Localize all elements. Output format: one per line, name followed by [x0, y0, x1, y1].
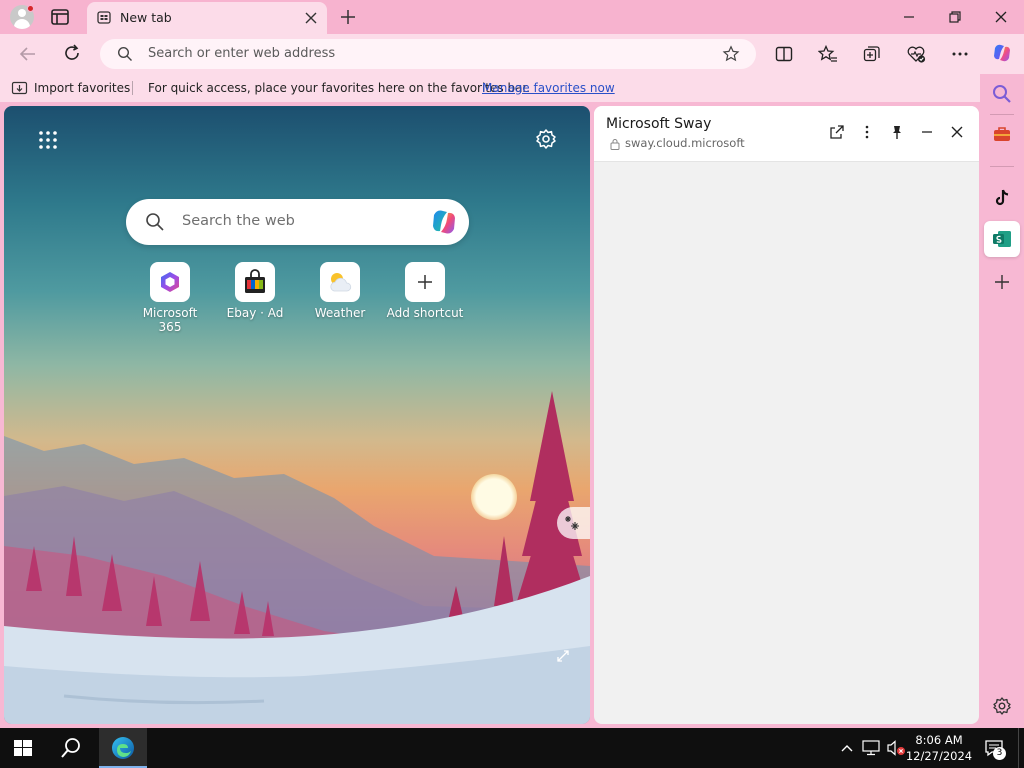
copilot-icon[interactable]: [991, 42, 1013, 64]
visual-search-icon: [565, 516, 579, 530]
sway-side-pane: Microsoft Sway sway.cloud.microsoft: [594, 106, 979, 724]
ebay-bag-icon: [245, 269, 265, 293]
notification-count-badge: 3: [993, 747, 1006, 760]
microsoft-365-icon: [161, 272, 179, 292]
shortcut-label: Add shortcut: [386, 306, 464, 320]
tile: [235, 262, 275, 302]
address-bar[interactable]: Search or enter web address: [100, 39, 756, 69]
shortcut-label: Weather: [314, 306, 366, 320]
side-pane-header: Microsoft Sway sway.cloud.microsoft: [594, 106, 979, 162]
browser-essentials-icon[interactable]: [906, 44, 926, 64]
profile-notification-dot: [27, 5, 34, 12]
copilot-icon[interactable]: [429, 207, 459, 237]
tile: [405, 262, 445, 302]
pane-more-options-icon[interactable]: [859, 124, 875, 140]
search-icon: [146, 213, 164, 231]
sway-icon: [993, 231, 1011, 247]
taskbar-edge-button[interactable]: [99, 728, 147, 768]
show-desktop-button[interactable]: [1018, 728, 1024, 768]
pane-close-icon[interactable]: [949, 124, 965, 140]
favorites-icon[interactable]: [818, 44, 838, 64]
tile: [320, 262, 360, 302]
minimize-icon[interactable]: [900, 8, 918, 26]
clock-time: 8:06 AM: [915, 733, 963, 747]
taskbar-search-icon[interactable]: [60, 737, 82, 759]
favorites-bar: Import favorites For quick access, place…: [0, 74, 980, 102]
system-clock[interactable]: 8:06 AM 12/27/2024: [905, 732, 973, 764]
address-placeholder: Search or enter web address: [148, 46, 336, 61]
open-in-new-tab-icon[interactable]: [829, 124, 845, 140]
tab-new-tab[interactable]: New tab: [87, 2, 327, 34]
app-launcher-icon[interactable]: [38, 130, 58, 150]
show-hidden-icons-chevron-icon[interactable]: [840, 742, 854, 754]
side-pane-title: Microsoft Sway: [606, 116, 712, 132]
expand-icon[interactable]: [555, 648, 571, 664]
tile: [150, 262, 190, 302]
sidebar-divider: [990, 166, 1014, 167]
windows-start-icon[interactable]: [14, 740, 32, 756]
shortcut-label: Ebay · Ad: [226, 306, 284, 320]
tab-title: New tab: [120, 10, 172, 25]
split-screen-icon[interactable]: [774, 44, 794, 64]
lock-icon: [610, 139, 620, 150]
sidebar-tiktok-icon[interactable]: [992, 188, 1012, 208]
favorites-divider: [132, 81, 133, 95]
edge-sidebar: [980, 74, 1024, 724]
refresh-icon[interactable]: [62, 43, 82, 63]
import-favorites-icon[interactable]: [11, 80, 28, 96]
back-arrow-icon[interactable]: [18, 44, 38, 64]
sidebar-divider: [990, 114, 1014, 115]
close-window-icon[interactable]: [992, 8, 1010, 26]
sidebar-search-icon[interactable]: [992, 84, 1012, 104]
visual-search-button[interactable]: [557, 507, 590, 539]
restore-icon[interactable]: [946, 8, 964, 26]
web-search-box[interactable]: Search the web: [126, 199, 469, 245]
new-tab-page-icon: [97, 11, 111, 24]
page-settings-gear-icon[interactable]: [535, 128, 557, 150]
search-icon: [117, 46, 132, 61]
network-icon[interactable]: [862, 740, 880, 756]
side-pane-url: sway.cloud.microsoft: [625, 136, 745, 150]
toolbar: Search or enter web address: [0, 34, 1024, 74]
new-tab-page: Search the web Microsoft 365 Ebay · Ad W…: [4, 106, 590, 724]
sidebar-add-icon[interactable]: [992, 272, 1012, 292]
new-tab-plus-icon[interactable]: [339, 8, 357, 26]
shortcut-label: Microsoft 365: [142, 306, 198, 334]
weather-icon: [330, 273, 352, 292]
favorite-star-icon[interactable]: [722, 45, 740, 63]
import-favorites-button[interactable]: Import favorites: [34, 81, 130, 95]
pane-minimize-icon[interactable]: [919, 124, 935, 140]
shortcut-microsoft-365[interactable]: Microsoft 365: [130, 262, 210, 334]
web-search-placeholder: Search the web: [182, 213, 295, 229]
close-tab-icon[interactable]: [304, 11, 318, 25]
title-bar: New tab: [0, 0, 1024, 34]
windows-taskbar: 8:06 AM 12/27/2024 3: [0, 728, 1024, 768]
shortcut-weather[interactable]: Weather: [300, 262, 380, 320]
sidebar-sway-item[interactable]: [984, 221, 1020, 257]
more-options-icon[interactable]: [950, 44, 970, 64]
volume-muted-icon[interactable]: [886, 740, 906, 756]
pin-icon[interactable]: [889, 124, 905, 140]
favorites-hint: For quick access, place your favorites h…: [148, 81, 531, 95]
sidebar-settings-icon[interactable]: [992, 696, 1012, 716]
clock-date: 12/27/2024: [905, 749, 973, 763]
tab-actions-icon[interactable]: [48, 5, 72, 29]
shortcut-add[interactable]: Add shortcut: [385, 262, 465, 320]
sidebar-tools-icon[interactable]: [992, 124, 1012, 144]
edge-icon: [112, 737, 134, 759]
shortcut-ebay[interactable]: Ebay · Ad: [215, 262, 295, 320]
notification-center[interactable]: 3: [984, 738, 1006, 760]
collections-icon[interactable]: [862, 44, 882, 64]
manage-favorites-link[interactable]: Manage favorites now: [482, 81, 615, 95]
sun-decoration: [471, 474, 517, 520]
plus-icon: [418, 275, 432, 289]
